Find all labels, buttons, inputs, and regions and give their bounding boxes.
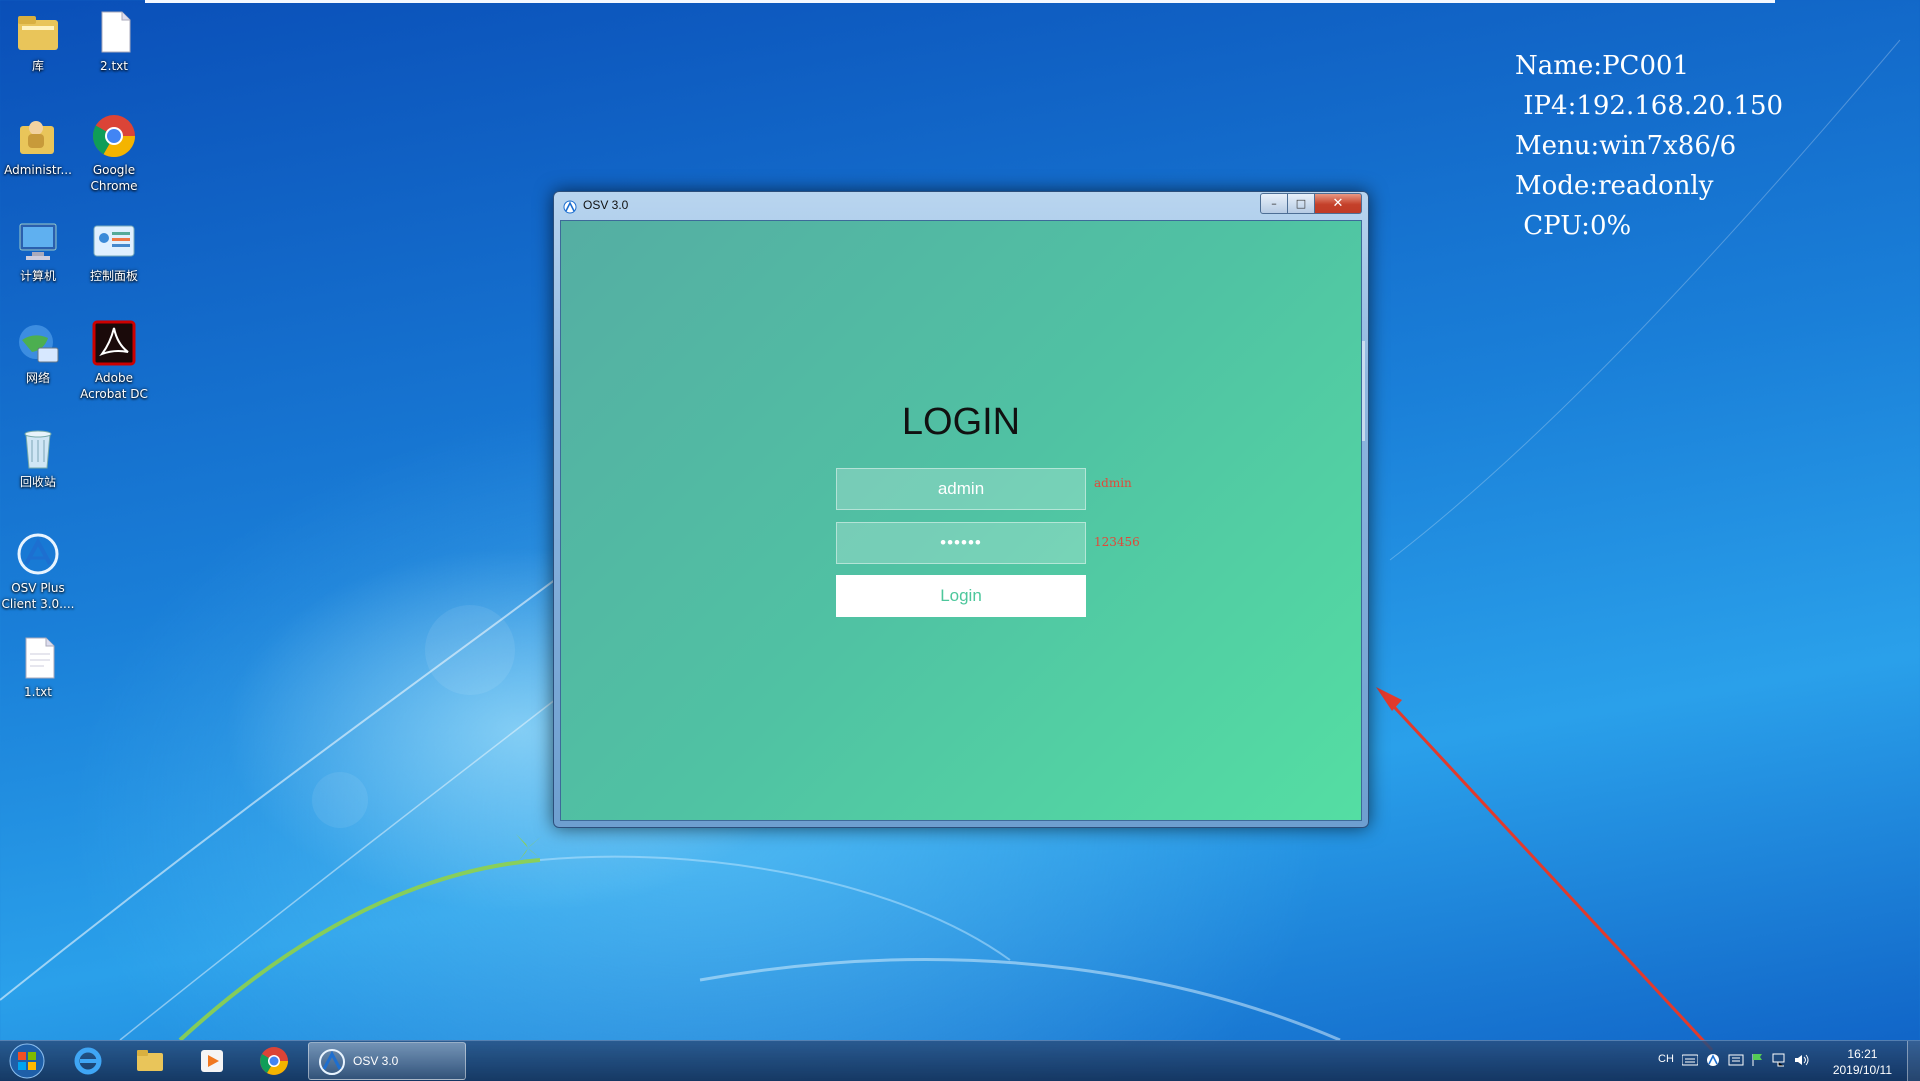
osv-logo-icon — [319, 1049, 345, 1075]
info-value: readonly — [1598, 171, 1714, 201]
folder-icon — [137, 1050, 163, 1071]
password-hint: 123456 — [1094, 535, 1140, 549]
desktop-icon-computer[interactable]: 计算机 — [0, 218, 80, 284]
taskbar-explorer-button[interactable] — [122, 1042, 178, 1080]
osv-logo-icon — [563, 199, 577, 214]
minimize-icon: – — [1271, 197, 1277, 210]
acrobat-icon — [90, 320, 138, 368]
window-controls: – □ ✕ — [1260, 193, 1362, 214]
window-titlebar[interactable]: OSV 3.0 – □ ✕ — [554, 192, 1368, 219]
taskbar-ie-button[interactable] — [60, 1042, 116, 1080]
desktop-icon-label: Adobe Acrobat DC — [80, 371, 148, 401]
windows-logo-icon — [9, 1043, 45, 1079]
system-tray: CH 16:21 2019/10/11 — [1620, 1041, 1920, 1081]
system-info-panel: Name:PC001 IP4:192.168.20.150 Menu:win7x… — [1515, 46, 1783, 246]
desktop-icon-label: Administr... — [4, 163, 72, 177]
desktop-icon-recycle-bin[interactable]: 回收站 — [0, 424, 80, 490]
taskbar-media-player-button[interactable] — [184, 1042, 240, 1080]
osv-tray-icon[interactable] — [1706, 1053, 1720, 1070]
media-player-icon — [201, 1050, 223, 1072]
window-title: OSV 3.0 — [583, 198, 629, 212]
login-button[interactable]: Login — [836, 575, 1086, 617]
info-row-cpu: CPU:0% — [1515, 206, 1783, 246]
desktop-icon-label: 库 — [31, 59, 44, 73]
show-desktop-button[interactable] — [1907, 1041, 1920, 1081]
info-value: PC001 — [1602, 51, 1690, 81]
text-file-icon — [14, 634, 62, 682]
desktop-icon-control-panel[interactable]: 控制面板 — [72, 218, 156, 284]
close-button[interactable]: ✕ — [1315, 193, 1362, 214]
taskbar-osv-button[interactable]: OSV 3.0 — [308, 1042, 466, 1080]
language-indicator[interactable]: CH — [1658, 1053, 1674, 1065]
desktop-icon-label: 回收站 — [19, 475, 56, 489]
taskbar-chrome-button[interactable] — [246, 1042, 302, 1080]
maximize-button[interactable]: □ — [1288, 193, 1315, 214]
computer-icon — [14, 218, 62, 266]
taskbar-osv-label: OSV 3.0 — [353, 1054, 399, 1068]
desktop-icon-library[interactable]: 库 — [0, 8, 80, 74]
username-input[interactable] — [836, 468, 1086, 510]
desktop-icon-label: Google Chrome — [90, 163, 138, 193]
close-icon: ✕ — [1332, 196, 1344, 211]
chrome-icon — [90, 112, 138, 160]
top-edge-line — [145, 0, 1775, 3]
window-edge-highlight — [1362, 341, 1365, 441]
desktop-icon-2txt[interactable]: 2.txt — [72, 8, 156, 74]
control-panel-icon — [90, 218, 138, 266]
info-key: IP4: — [1515, 91, 1577, 121]
info-row-mode: Mode:readonly — [1515, 166, 1783, 206]
maximize-icon: □ — [1295, 197, 1307, 210]
desktop-icon-label: 网络 — [25, 371, 50, 385]
internet-explorer-icon — [74, 1047, 102, 1075]
info-key: CPU: — [1515, 211, 1590, 241]
minimize-button[interactable]: – — [1260, 193, 1288, 214]
recycle-bin-icon — [14, 424, 62, 472]
chrome-icon — [260, 1047, 288, 1075]
text-file-icon — [90, 8, 138, 56]
desktop-icon-network[interactable]: 网络 — [0, 320, 80, 386]
action-center-flag-icon[interactable] — [1750, 1053, 1766, 1070]
network-icon[interactable] — [1772, 1053, 1788, 1070]
info-value: 0% — [1589, 211, 1632, 241]
osv-login-window: OSV 3.0 – □ ✕ LOGIN admin 123456 Login — [553, 191, 1369, 828]
login-heading: LOGIN — [901, 401, 1021, 443]
info-value: win7x86/6 — [1599, 131, 1737, 161]
keyboard-icon[interactable] — [1681, 1054, 1699, 1069]
desktop-icon-label: 计算机 — [19, 269, 56, 283]
desktop-icon-chrome[interactable]: Google Chrome — [72, 112, 156, 194]
info-key: Mode: — [1515, 171, 1599, 201]
input-method-icon[interactable] — [1728, 1053, 1744, 1070]
clock-time: 16:21 — [1847, 1047, 1878, 1061]
info-row-ip: IP4:192.168.20.150 — [1515, 86, 1783, 126]
username-hint: admin — [1094, 476, 1132, 490]
info-value: 192.168.20.150 — [1576, 91, 1784, 121]
desktop-icon-label: 1.txt — [24, 685, 52, 699]
info-key: Name: — [1515, 51, 1603, 81]
desktop-icon-1txt[interactable]: 1.txt — [0, 634, 80, 700]
desktop-icon-acrobat[interactable]: Adobe Acrobat DC — [72, 320, 156, 402]
password-input[interactable] — [836, 522, 1086, 564]
login-panel: LOGIN admin 123456 Login — [560, 220, 1365, 821]
desktop-icon-osv-client[interactable]: OSV Plus Client 3.0.... — [0, 530, 80, 612]
desktop-icon-administrator[interactable]: Administr... — [0, 112, 80, 178]
clock-date: 2019/10/11 — [1832, 1063, 1892, 1077]
info-row-name: Name:PC001 — [1515, 46, 1783, 86]
taskbar: OSV 3.0 CH 16:21 2019/10/11 — [0, 1040, 1920, 1081]
volume-icon[interactable] — [1794, 1053, 1810, 1070]
start-button[interactable] — [3, 1041, 51, 1081]
desktop-icon-label: 控制面板 — [89, 269, 138, 283]
clock[interactable]: 16:21 2019/10/11 — [1833, 1046, 1892, 1078]
desktop-icon-label: OSV Plus Client 3.0.... — [1, 581, 75, 611]
desktop-icon-label: 2.txt — [100, 59, 128, 73]
network-globe-icon — [14, 320, 62, 368]
osv-logo-icon — [14, 530, 62, 578]
info-row-menu: Menu:win7x86/6 — [1515, 126, 1783, 166]
info-key: Menu: — [1515, 131, 1600, 161]
folder-icon — [14, 8, 62, 56]
user-folder-icon — [14, 112, 62, 160]
